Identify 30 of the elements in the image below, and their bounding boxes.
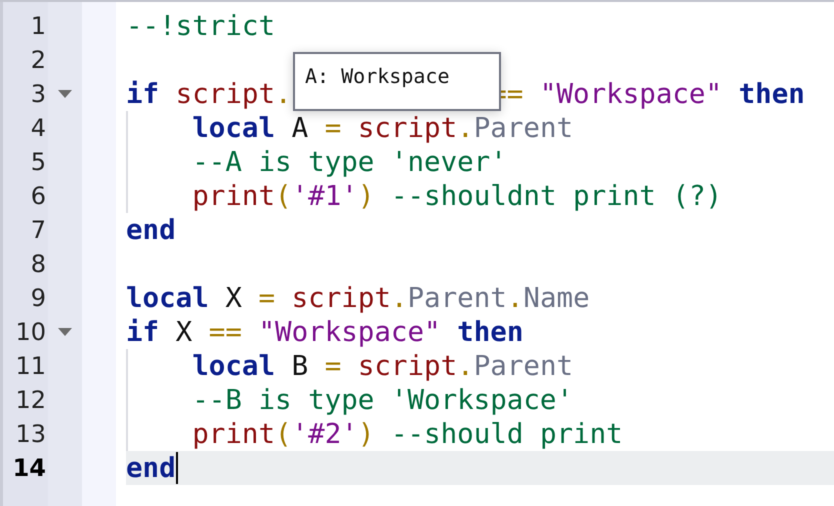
line-number: 11 <box>14 351 47 382</box>
line-number: 9 <box>30 283 47 314</box>
line-number: 8 <box>30 249 47 280</box>
line-number: 6 <box>30 181 47 212</box>
text-cursor <box>176 452 178 484</box>
line-number: 12 <box>14 385 47 416</box>
line-number: 5 <box>30 147 47 178</box>
fold-arrow-icon[interactable] <box>57 89 73 99</box>
code-line: end <box>126 451 176 485</box>
code-line: --B is type 'Workspace' <box>192 383 574 417</box>
line-number: 1 <box>30 11 47 42</box>
line-number: 3 <box>30 79 47 110</box>
line-number: 2 <box>30 45 47 76</box>
code-line: print('#1') --shouldnt print (?) <box>192 179 722 213</box>
code-line: if script. <box>126 77 292 111</box>
line-number: 14 <box>12 453 47 484</box>
line-number: 4 <box>30 113 47 144</box>
line-number: 13 <box>14 419 47 450</box>
code-line: local X = script.Parent.Name <box>126 281 590 315</box>
code-line: --A is type 'never' <box>192 145 507 179</box>
line-number: 10 <box>14 317 47 348</box>
code-line: end <box>126 213 176 247</box>
line-number: 7 <box>30 215 47 246</box>
code-line: if X == "Workspace" then <box>126 315 524 349</box>
code-line: local A = script.Parent <box>192 111 574 145</box>
code-line: local B = script.Parent <box>192 349 574 383</box>
fold-arrow-icon[interactable] <box>57 327 73 337</box>
code-line: --!strict <box>126 9 276 43</box>
code-line: print('#2') --should print <box>192 417 623 451</box>
type-tooltip: A: Workspace <box>293 52 501 111</box>
